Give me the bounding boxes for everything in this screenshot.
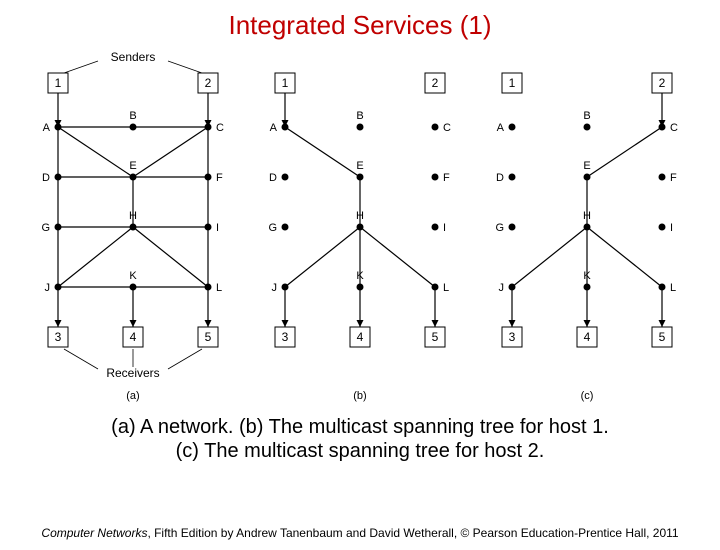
svg-text:E: E <box>356 160 363 172</box>
caption: (a) A network. (b) The multicast spannin… <box>0 415 720 463</box>
svg-text:J: J <box>498 282 504 294</box>
svg-text:B: B <box>130 110 137 122</box>
svg-text:C: C <box>216 122 224 134</box>
svg-text:3: 3 <box>282 330 289 344</box>
svg-text:1: 1 <box>282 76 289 90</box>
svg-text:G: G <box>495 222 504 234</box>
figure-row: 1 2 3 4 5 A B C D E F G H I J K L Senders Receivers (a) 1 2 3… <box>0 47 720 407</box>
svg-text:F: F <box>216 172 223 184</box>
svg-text:B: B <box>356 110 363 122</box>
svg-text:L: L <box>670 282 676 294</box>
svg-text:J: J <box>271 282 277 294</box>
svg-text:F: F <box>443 172 450 184</box>
svg-text:5: 5 <box>658 330 665 344</box>
figure-b: 1 2 3 4 5 A B C D E F G H I J K L (b) <box>255 47 465 407</box>
svg-text:1: 1 <box>508 76 515 90</box>
slide-title: Integrated Services (1) <box>0 10 720 41</box>
figure-a: 1 2 3 4 5 A B C D E F G H I J K L Senders Receivers (a) <box>28 47 238 407</box>
svg-text:2: 2 <box>205 76 212 90</box>
svg-text:Senders: Senders <box>111 50 156 64</box>
caption-b: (b) The multicast spanning tree for host… <box>239 416 609 438</box>
svg-text:(b): (b) <box>353 390 366 402</box>
svg-text:H: H <box>356 210 364 222</box>
svg-text:G: G <box>268 222 277 234</box>
svg-text:K: K <box>356 270 364 282</box>
svg-text:2: 2 <box>432 76 439 90</box>
svg-text:3: 3 <box>508 330 515 344</box>
svg-text:L: L <box>443 282 449 294</box>
footer-rest: , Fifth Edition by Andrew Tanenbaum and … <box>147 526 678 540</box>
svg-text:I: I <box>216 222 219 234</box>
svg-text:(c): (c) <box>580 390 593 402</box>
svg-text:I: I <box>670 222 673 234</box>
svg-text:Receivers: Receivers <box>107 366 160 380</box>
svg-text:4: 4 <box>357 330 364 344</box>
svg-text:A: A <box>270 122 278 134</box>
svg-text:2: 2 <box>658 76 665 90</box>
svg-text:B: B <box>583 110 590 122</box>
svg-text:H: H <box>583 210 591 222</box>
figure-c: 1 2 3 4 5 A B C D E F G H I J K L (c) <box>482 47 692 407</box>
svg-text:D: D <box>496 172 504 184</box>
svg-text:L: L <box>216 282 222 294</box>
svg-text:4: 4 <box>583 330 590 344</box>
caption-a: (a) A network. <box>111 416 233 438</box>
footer-book: Computer Networks <box>41 526 147 540</box>
svg-text:H: H <box>129 210 137 222</box>
svg-text:A: A <box>43 122 51 134</box>
svg-text:F: F <box>670 172 677 184</box>
svg-text:E: E <box>130 160 137 172</box>
svg-text:E: E <box>583 160 590 172</box>
footer: Computer Networks, Fifth Edition by Andr… <box>0 526 720 540</box>
svg-text:J: J <box>45 282 51 294</box>
svg-text:G: G <box>42 222 51 234</box>
svg-text:K: K <box>583 270 591 282</box>
svg-text:(a): (a) <box>127 390 140 402</box>
svg-text:D: D <box>269 172 277 184</box>
svg-text:3: 3 <box>55 330 62 344</box>
svg-text:A: A <box>496 122 504 134</box>
caption-c: (c) The multicast spanning tree for host… <box>176 440 545 462</box>
svg-text:1: 1 <box>55 76 62 90</box>
svg-text:4: 4 <box>130 330 137 344</box>
svg-text:C: C <box>443 122 451 134</box>
svg-text:K: K <box>130 270 138 282</box>
svg-text:I: I <box>443 222 446 234</box>
svg-text:5: 5 <box>205 330 212 344</box>
svg-text:D: D <box>42 172 50 184</box>
svg-text:C: C <box>670 122 678 134</box>
svg-text:5: 5 <box>432 330 439 344</box>
